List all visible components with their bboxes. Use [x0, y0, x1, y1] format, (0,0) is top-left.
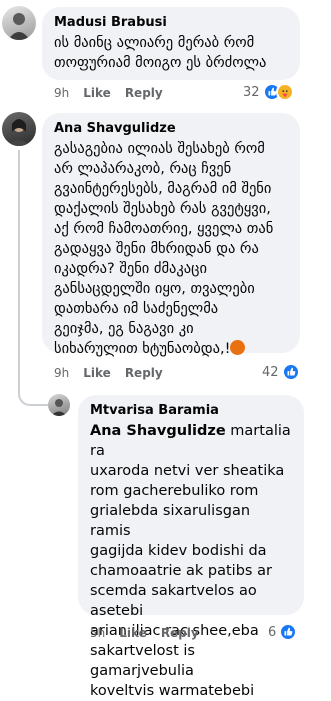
- comment-author[interactable]: Ana Shavgulidze: [54, 120, 288, 137]
- avatar[interactable]: [2, 112, 36, 146]
- reply-text-body: martalia ra uxaroda netvi ver sheatika r…: [90, 423, 291, 699]
- comment-actions: 9h Like Reply: [54, 366, 163, 380]
- comment-text: ის მაინც ალიარე მერაბ რომ თოფურიამ მოიგო…: [54, 35, 267, 71]
- reply-connector: [18, 358, 48, 406]
- like-icon: [281, 363, 300, 381]
- mention-link[interactable]: Ana Shavgulidze: [90, 423, 226, 439]
- avatar-image: [8, 119, 30, 146]
- reply-author[interactable]: Mtvarisa Baramia: [90, 402, 292, 419]
- reaction-summary[interactable]: 42: [262, 363, 300, 381]
- care-icon: [275, 83, 294, 101]
- reply-button[interactable]: Reply: [125, 366, 163, 380]
- reply-button[interactable]: Reply: [161, 626, 199, 640]
- avatar-image: [8, 13, 30, 40]
- comment-text: გასაგებია ილიას შესახებ რომ არ ლაპარაკობ…: [54, 139, 288, 359]
- like-button[interactable]: Like: [119, 626, 147, 640]
- reaction-count: 32: [243, 84, 260, 100]
- reaction-count: 6: [268, 624, 277, 640]
- reply-button[interactable]: Reply: [125, 86, 163, 100]
- comment-time[interactable]: 9h: [54, 366, 69, 380]
- reply-actions: 5h Like Reply: [90, 626, 199, 640]
- comment-time[interactable]: 9h: [54, 86, 69, 100]
- comment-bubble: Ana Shavgulidze გასაგებია ილიას შესახებ …: [42, 113, 300, 357]
- avatar[interactable]: [48, 394, 70, 416]
- like-icon: [279, 623, 298, 641]
- comment-actions: 9h Like Reply: [54, 86, 163, 100]
- reaction-summary[interactable]: 6: [268, 623, 298, 641]
- like-button[interactable]: Like: [83, 86, 111, 100]
- avatar-image: [51, 399, 67, 416]
- reply-bubble: Mtvarisa Baramia Ana Shavgulidze martali…: [78, 395, 304, 699]
- avatar[interactable]: [2, 6, 36, 40]
- reaction-count: 42: [262, 364, 279, 380]
- like-button[interactable]: Like: [83, 366, 111, 380]
- reply-text: Ana Shavgulidze martalia ra uxaroda netv…: [90, 421, 292, 701]
- thread-line: [18, 150, 20, 360]
- reply-time[interactable]: 5h: [90, 626, 105, 640]
- comment-bubble: Madusi Brabusi ის მაინც ალიარე მერაბ რომ…: [42, 7, 300, 80]
- comment-author[interactable]: Madusi Brabusi: [54, 14, 288, 31]
- angry-emoji: [230, 340, 246, 355]
- reaction-summary[interactable]: 32: [243, 83, 294, 101]
- comment-text-body: გასაგებია ილიას შესახებ რომ არ ლაპარაკობ…: [54, 141, 274, 357]
